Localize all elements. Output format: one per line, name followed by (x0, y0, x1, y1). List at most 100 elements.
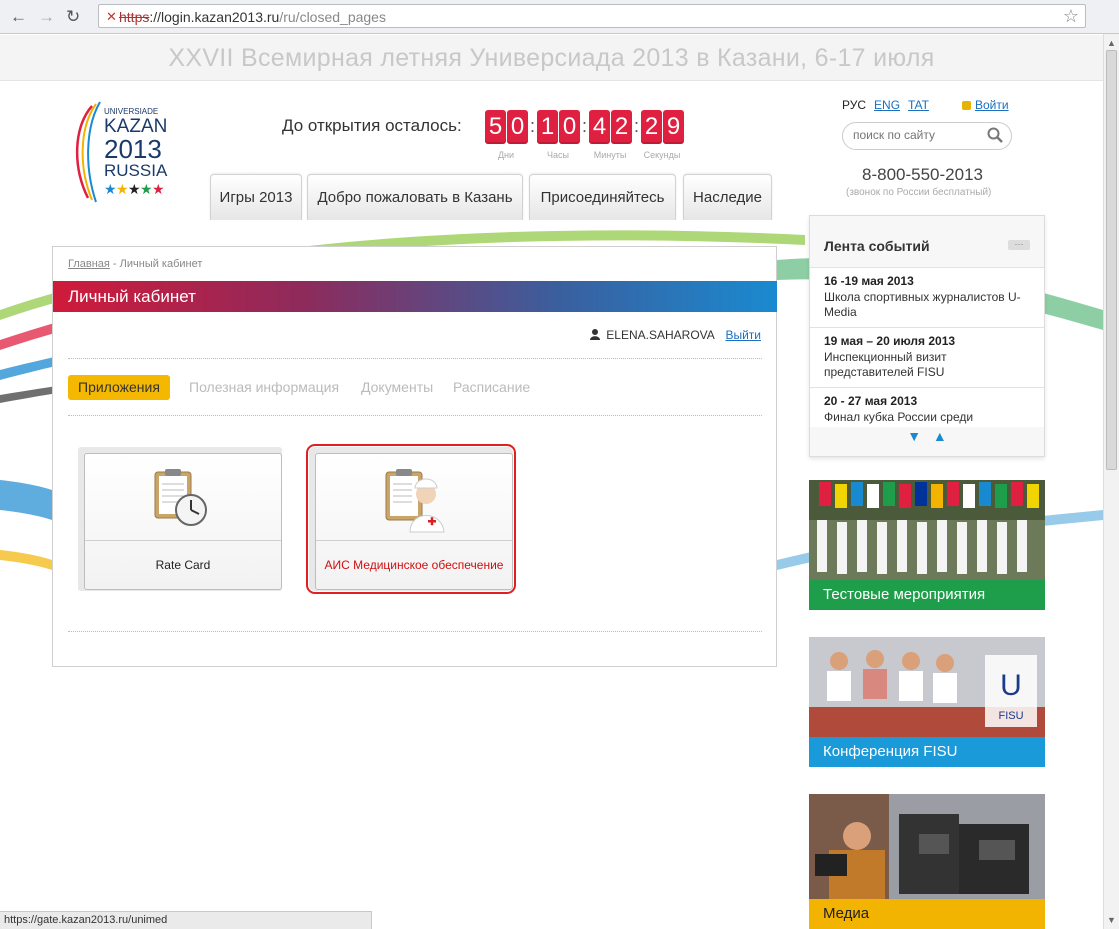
event-item[interactable]: 19 мая – 20 июля 2013 Инспекционный визи… (810, 327, 1044, 387)
lang-eng[interactable]: ENG (874, 98, 900, 112)
tab-useful-info[interactable]: Полезная информация (189, 375, 339, 400)
event-item[interactable]: 20 - 27 мая 2013 Финал кубка России сред… (810, 387, 1044, 427)
search-input[interactable] (853, 128, 983, 142)
app-card[interactable]: Rate Card (84, 453, 282, 590)
banner-title: XXVII Всемирная летняя Универсиада 2013 … (168, 44, 935, 72)
username: ELENA.SAHAROVA (606, 328, 715, 342)
promo-label: Тестовые мероприятия (809, 580, 1045, 610)
promo-label: Конференция FISU (809, 737, 1045, 767)
countdown-digit: 0 (507, 110, 528, 144)
promo-media[interactable]: Медиа (809, 794, 1045, 929)
search-icon[interactable] (987, 127, 1003, 143)
lang-tat[interactable]: TAT (908, 98, 929, 112)
menu-item-welcome[interactable]: Добро пожаловать в Казань (307, 174, 523, 220)
event-text: Финал кубка России среди (824, 410, 974, 424)
countdown-unit-seconds: Секунды (643, 150, 681, 160)
page-title: Личный кабинет (53, 281, 777, 312)
event-text: Школа спортивных журналистов U-Media (824, 290, 1021, 319)
events-title: Лента событий (824, 238, 930, 254)
svg-text:★: ★ (140, 181, 153, 197)
hotline-note: (звонок по России бесплатный) (846, 187, 992, 198)
menu-item-join[interactable]: Присоединяйтесь (529, 174, 676, 220)
insecure-icon: ✕ (106, 9, 117, 24)
event-date: 20 - 27 мая 2013 (824, 394, 918, 408)
bookmark-star-icon[interactable]: ☆ (1063, 6, 1079, 27)
back-arrow-icon[interactable]: ← (10, 7, 27, 27)
reload-icon[interactable]: ↻ (66, 7, 80, 27)
lock-icon (962, 101, 971, 110)
breadcrumb-separator: - (109, 258, 120, 270)
login-link-wrap: Войти (962, 98, 1009, 112)
menu-item-games[interactable]: Игры 2013 (210, 174, 302, 220)
kazan-2013-logo[interactable]: UNIVERSIADE KAZAN 2013 RUSSIA ★ ★ ★ ★ ★ (70, 96, 170, 208)
logout-link[interactable]: Выйти (725, 328, 761, 342)
breadcrumb-home[interactable]: Главная (68, 258, 110, 270)
logo-line4: RUSSIA (104, 161, 168, 180)
events-scroll-controls: ▼ ▲ (810, 428, 1044, 444)
svg-text:★: ★ (116, 181, 129, 197)
countdown-separator: : (530, 116, 536, 136)
countdown-separator: : (582, 116, 588, 136)
user-icon (590, 329, 601, 340)
universiade-banner: XXVII Всемирная летняя Универсиада 2013 … (0, 35, 1103, 81)
tab-schedule[interactable]: Расписание (453, 375, 530, 400)
svg-text:FISU: FISU (998, 710, 1023, 722)
event-date: 16 -19 мая 2013 (824, 274, 914, 288)
chevron-up-icon[interactable]: ▲ (933, 428, 947, 444)
svg-text:★: ★ (128, 181, 141, 197)
tab-apps[interactable]: Приложения (68, 375, 170, 400)
personal-cabinet-panel: Главная - Личный кабинет Личный кабинет … (52, 246, 777, 667)
events-feed: Лента событий ··· 16 -19 мая 2013 Школа … (809, 215, 1045, 457)
svg-text:★: ★ (152, 181, 165, 197)
svg-text:U: U (1000, 669, 1022, 702)
app-card-divider (316, 540, 512, 541)
countdown-digit: 1 (537, 110, 558, 144)
countdown-digit: 4 (589, 110, 610, 144)
countdown-unit-days: Дни (497, 150, 515, 160)
app-card[interactable]: АИС Медицинское обеспечение (315, 453, 513, 590)
event-date: 19 мая – 20 июля 2013 (824, 334, 956, 348)
scroll-up-icon[interactable]: ▲ (1107, 38, 1116, 48)
clipboard-clock-icon (154, 469, 207, 526)
event-text: Инспекционный визит представителей FISU (824, 350, 947, 379)
app-medical-support[interactable]: АИС Медицинское обеспечение (306, 444, 516, 594)
events-more-button[interactable]: ··· (1008, 240, 1030, 250)
svg-text:★: ★ (104, 181, 117, 197)
menu-item-legacy[interactable]: Наследие (683, 174, 772, 220)
countdown-digit: 2 (641, 110, 662, 144)
logo-line3: 2013 (104, 134, 162, 164)
countdown-digit: 5 (485, 110, 506, 144)
login-link[interactable]: Войти (975, 98, 1009, 112)
event-item[interactable]: 16 -19 мая 2013 Школа спортивных журнали… (810, 267, 1044, 327)
promo-label: Медиа (809, 899, 1045, 929)
lang-rus[interactable]: РУС (842, 98, 866, 112)
promo-test-events[interactable]: Тестовые мероприятия (809, 480, 1045, 610)
logo-line1: UNIVERSIADE (104, 107, 158, 116)
app-label: Rate Card (155, 558, 211, 572)
countdown-separator: : (634, 116, 640, 136)
countdown-label: До открытия осталось: (282, 116, 462, 135)
language-switcher: РУС ENG TAT (842, 98, 929, 112)
clipboard-nurse-icon (385, 469, 445, 533)
divider (68, 631, 762, 632)
chevron-down-icon[interactable]: ▼ (907, 428, 921, 444)
promo-fisu-conference[interactable]: U FISU Конференция FISU (809, 637, 1045, 767)
address-bar[interactable]: ✕ https://login.kazan2013.ru/ru/closed_p… (98, 4, 1086, 28)
countdown-digit: 9 (663, 110, 684, 144)
countdown-unit-hours: Часы (547, 150, 569, 160)
breadcrumb: Главная - Личный кабинет (68, 258, 202, 270)
app-label: АИС Медицинское обеспечение (324, 558, 504, 572)
tab-documents[interactable]: Документы (361, 375, 433, 400)
site-search[interactable] (842, 122, 1012, 150)
right-sidebar: Лента событий ··· 16 -19 мая 2013 Школа … (805, 215, 1051, 929)
app-rate-card[interactable]: Rate Card (78, 447, 282, 591)
app-card-divider (85, 540, 281, 541)
scroll-down-icon[interactable]: ▼ (1107, 915, 1116, 925)
vertical-scrollbar[interactable]: ▲ ▼ (1103, 34, 1119, 929)
status-bar-url: https://gate.kazan2013.ru/unimed (0, 911, 372, 929)
divider (68, 358, 762, 359)
hotline-phone: 8-800-550-2013 (862, 165, 983, 184)
countdown-digit: 2 (611, 110, 632, 144)
scrollbar-thumb[interactable] (1106, 50, 1117, 470)
forward-arrow-icon[interactable]: → (38, 7, 55, 27)
